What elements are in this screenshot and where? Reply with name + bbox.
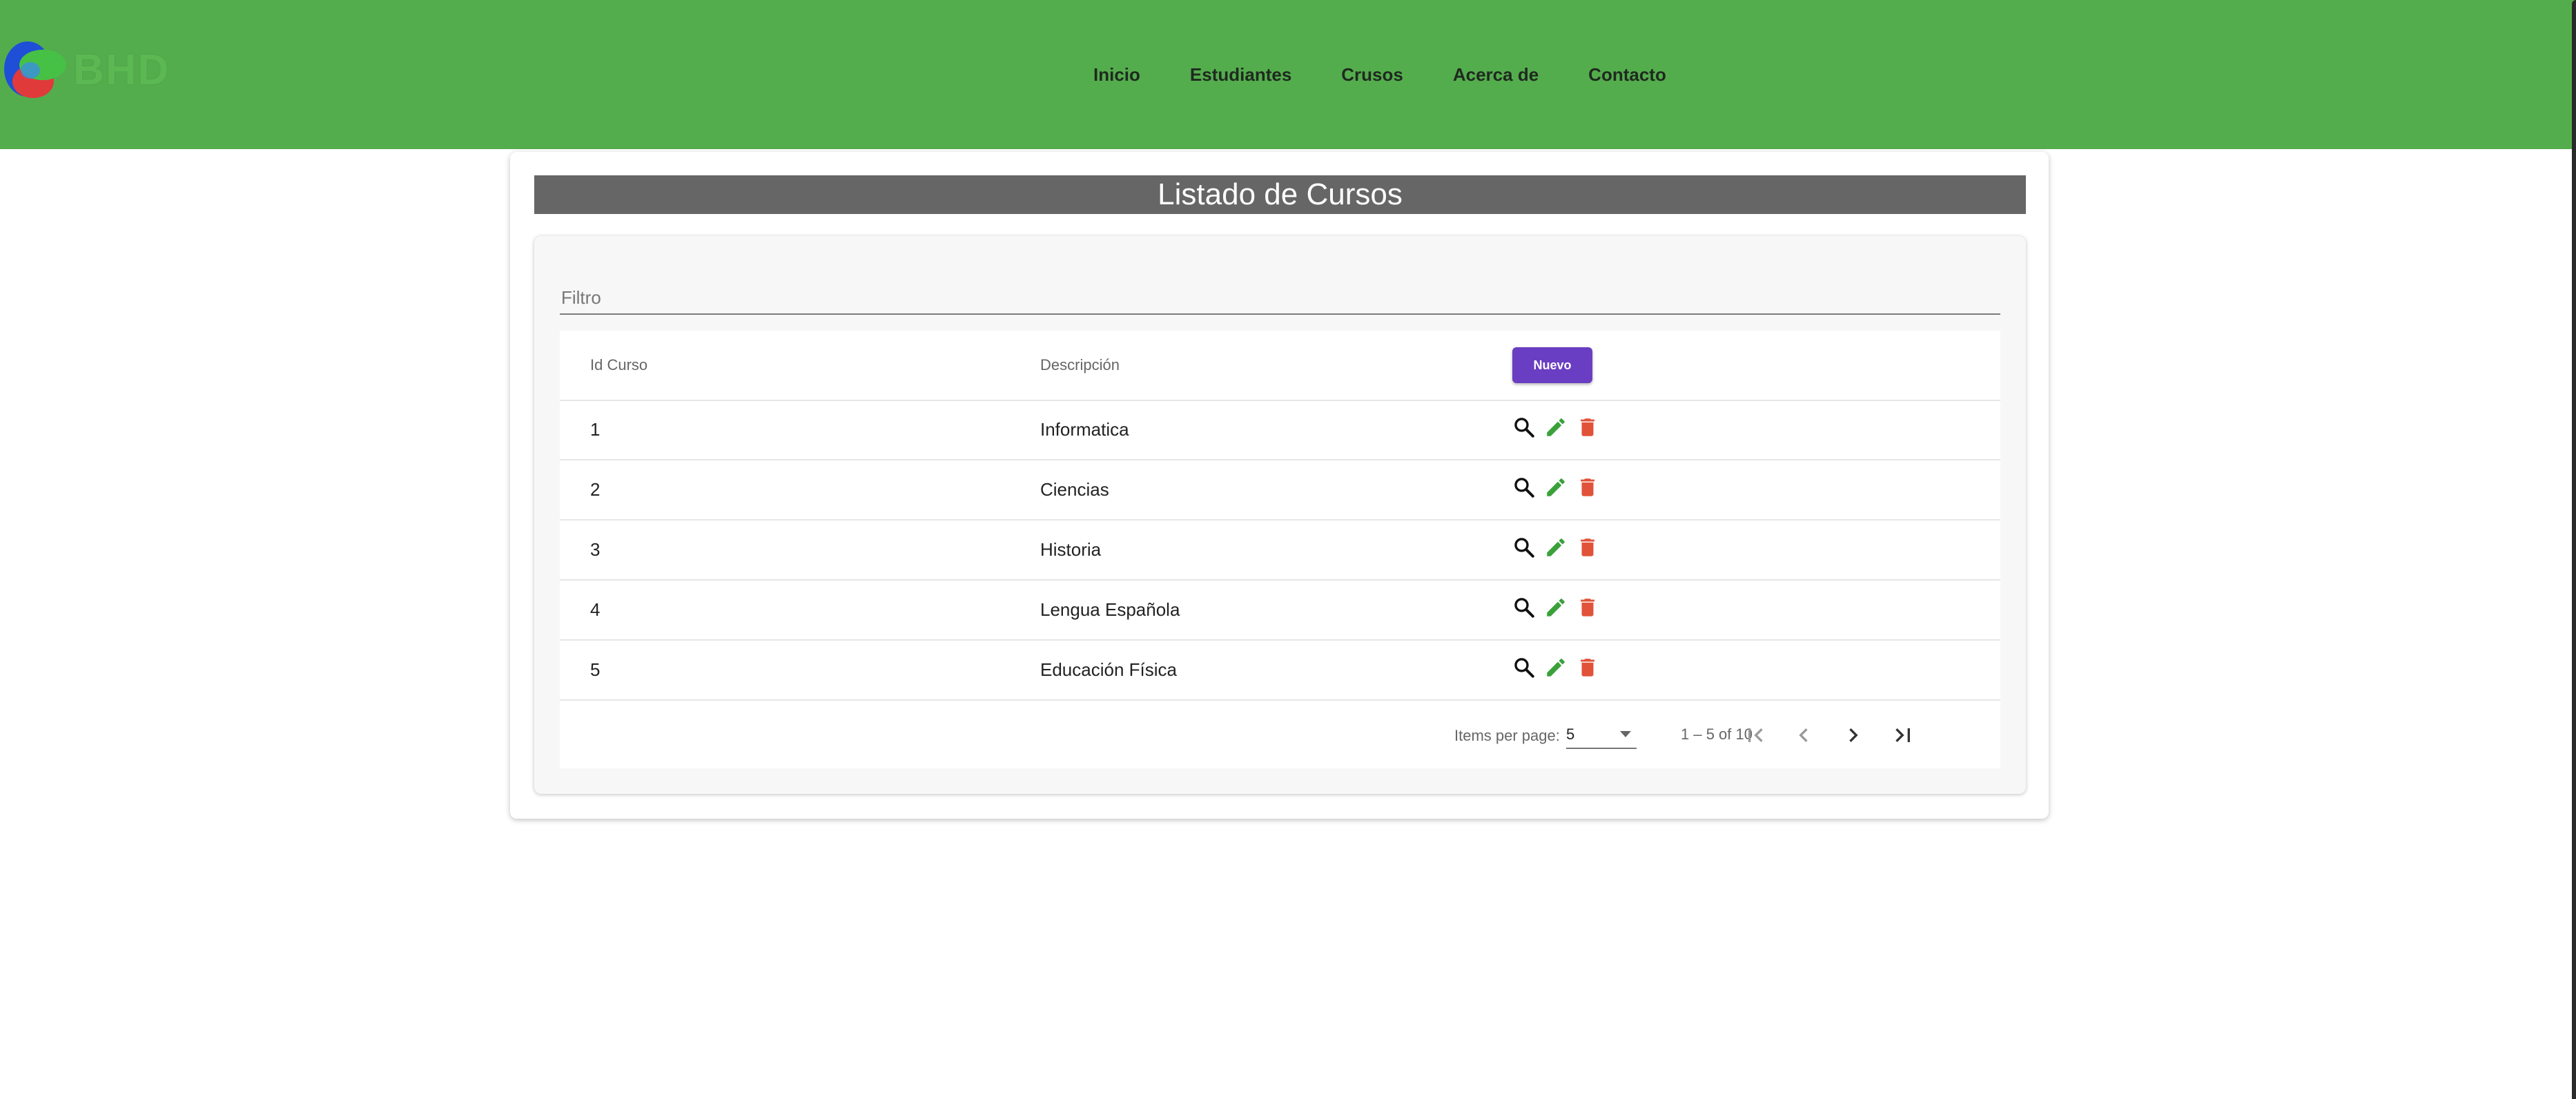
filter-input[interactable]: [560, 286, 2003, 309]
courses-table: Id Curso Descripción Nuevo 1 Informatica…: [560, 331, 2000, 768]
course-id: 5: [590, 659, 601, 680]
main-nav: Inicio Estudiantes Crusos Acerca de Cont…: [1093, 0, 1716, 149]
items-per-page-label: Items per page:: [1454, 727, 1560, 744]
course-description: Historia: [1040, 539, 1102, 560]
top-navbar: BHD Inicio Estudiantes Crusos Acerca de …: [0, 0, 2576, 149]
nav-item-cursos[interactable]: Crusos: [1341, 64, 1403, 86]
search-icon[interactable]: [1512, 656, 1536, 679]
course-description: Lengua Española: [1040, 599, 1180, 620]
courses-card: Listado de Cursos Id Curso Descripción N…: [510, 152, 2049, 819]
next-page-icon[interactable]: [1840, 721, 1867, 749]
edit-icon[interactable]: [1544, 476, 1568, 499]
window-edge: [2572, 0, 2576, 1099]
table-row: 5 Educación Física: [560, 641, 2000, 701]
course-id: 3: [590, 539, 601, 560]
course-description: Informatica: [1040, 419, 1129, 440]
items-per-page-value: 5: [1566, 726, 1575, 743]
column-header-description: Descripción: [1040, 356, 1120, 373]
filter-field[interactable]: [560, 271, 2003, 315]
edit-icon[interactable]: [1544, 416, 1568, 439]
items-per-page-select[interactable]: 5: [1566, 723, 1637, 749]
course-id: 1: [590, 419, 601, 440]
previous-page-icon[interactable]: [1790, 721, 1817, 749]
course-description: Ciencias: [1040, 479, 1109, 500]
delete-icon[interactable]: [1576, 476, 1599, 499]
nav-item-contacto[interactable]: Contacto: [1588, 64, 1666, 86]
course-id: 4: [590, 599, 601, 620]
delete-icon[interactable]: [1576, 536, 1599, 559]
table-row: 3 Historia: [560, 521, 2000, 581]
course-description: Educación Física: [1040, 659, 1177, 680]
edit-icon[interactable]: [1544, 596, 1568, 619]
last-page-icon[interactable]: [1889, 721, 1917, 749]
table-row: 1 Informatica: [560, 400, 2000, 460]
logo-text: BHD: [73, 46, 170, 94]
column-header-id: Id Curso: [590, 356, 648, 373]
page-title: Listado de Cursos: [534, 175, 2026, 214]
table-row: 4 Lengua Española: [560, 581, 2000, 641]
first-page-icon[interactable]: [1741, 721, 1769, 749]
delete-icon[interactable]: [1576, 596, 1599, 619]
search-icon[interactable]: [1512, 596, 1536, 619]
edit-icon[interactable]: [1544, 536, 1568, 559]
paginator: Items per page: 5 1 – 5 of 10: [560, 703, 2000, 768]
dropdown-arrow-icon: [1620, 731, 1631, 737]
course-id: 2: [590, 479, 601, 500]
table-row: 2 Ciencias: [560, 460, 2000, 521]
table-header-row: Id Curso Descripción Nuevo: [560, 331, 2000, 401]
edit-icon[interactable]: [1544, 656, 1568, 679]
delete-icon[interactable]: [1576, 656, 1599, 679]
delete-icon[interactable]: [1576, 416, 1599, 439]
search-icon[interactable]: [1512, 416, 1536, 439]
search-icon[interactable]: [1512, 536, 1536, 559]
nav-item-inicio[interactable]: Inicio: [1093, 64, 1140, 86]
logo-icon: [4, 41, 66, 98]
new-course-button[interactable]: Nuevo: [1512, 347, 1592, 383]
nav-item-acerca[interactable]: Acerca de: [1453, 64, 1539, 86]
courses-panel: Id Curso Descripción Nuevo 1 Informatica…: [534, 236, 2026, 794]
nav-item-estudiantes[interactable]: Estudiantes: [1190, 64, 1291, 86]
search-icon[interactable]: [1512, 476, 1536, 499]
